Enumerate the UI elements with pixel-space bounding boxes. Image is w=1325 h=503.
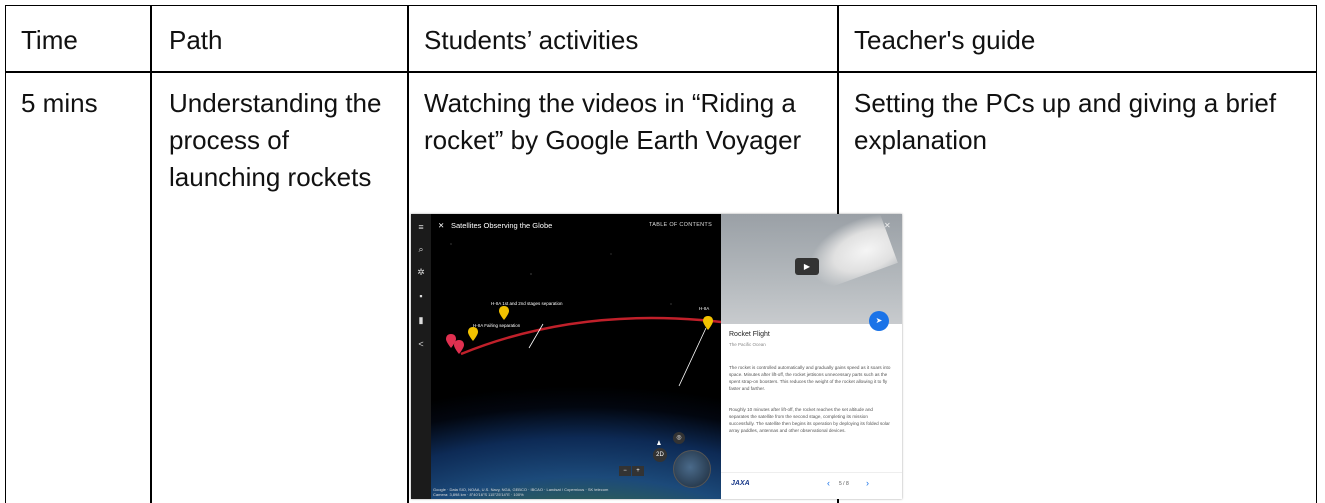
pin-marker-icon [499, 306, 509, 320]
lesson-table: Time Path Students’ activities Teacher's… [5, 5, 1317, 503]
close-icon[interactable]: ✕ [438, 221, 444, 230]
header-time: Time [21, 25, 78, 55]
google-earth-screenshot: H-IIA 1st and 2nd stages separation H-II… [411, 214, 902, 499]
bookmark-icon[interactable]: ▮ [416, 315, 426, 325]
cell-time: 5 mins [21, 88, 98, 118]
search-icon[interactable]: ⌕ [416, 244, 426, 254]
video-thumbnail[interactable]: ▶ ✕ [721, 214, 902, 324]
close-icon[interactable]: ✕ [884, 221, 891, 230]
pin-marker-icon [468, 327, 478, 341]
cell-activity: Watching the videos in “Riding a rocket”… [424, 88, 802, 155]
view-mode-toggle[interactable]: 2D [653, 448, 667, 462]
header-path: Path [169, 25, 223, 55]
globe-minimap[interactable] [673, 450, 711, 488]
column-divider [407, 6, 409, 503]
voyager-icon[interactable]: ✲ [416, 267, 426, 277]
share-icon[interactable]: < [416, 339, 426, 349]
column-divider [150, 6, 152, 503]
table-of-contents-link[interactable]: TABLE OF CONTENTS [649, 222, 712, 228]
dice-icon[interactable]: ▪ [416, 291, 426, 301]
map-credits: Google · Data SIO, NOAA, U.S. Navy, NGA,… [433, 487, 609, 497]
header-guide: Teacher's guide [854, 25, 1036, 55]
voyager-sidebar: ≡ ⌕ ✲ ▪ ▮ < [411, 214, 431, 499]
header-divider [6, 71, 1316, 73]
chevron-right-icon[interactable]: › [866, 478, 869, 488]
pin-marker-icon [454, 340, 464, 354]
jaxa-logo: JAXA [731, 480, 750, 487]
globe-view: H-IIA 1st and 2nd stages separation H-II… [411, 214, 752, 499]
locate-icon[interactable]: ◎ [673, 432, 685, 444]
page-indicator: 5 / 8 [839, 481, 849, 487]
pin-marker-icon [703, 316, 713, 330]
send-icon[interactable]: ➤ [869, 311, 889, 331]
cell-guide: Setting the PCs up and giving a brief ex… [854, 88, 1277, 155]
panel-footer: JAXA ‹ 5 / 8 › [721, 472, 902, 499]
panel-subtitle: The Pacific Ocean [729, 342, 766, 347]
panel-title: Rocket Flight [729, 331, 770, 338]
play-icon[interactable]: ▶ [795, 258, 819, 275]
info-panel: ▶ ✕ ➤ Rocket Flight The Pacific Ocean Th… [721, 214, 902, 499]
header-activities: Students’ activities [424, 25, 639, 55]
pin-label: H-IIA [699, 306, 710, 311]
chevron-left-icon[interactable]: ‹ [827, 478, 830, 488]
pin-label: H-IIA Fairing separation [473, 323, 521, 328]
pin-label: H-IIA 1st and 2nd stages separation [491, 301, 563, 306]
zoom-in-icon[interactable]: + [632, 466, 644, 476]
panel-paragraph: The rocket is controlled automatically a… [729, 365, 891, 391]
zoom-out-icon[interactable]: − [619, 466, 631, 476]
cell-path: Understanding the process of launching r… [169, 88, 382, 192]
story-title: Satellites Observing the Globe [451, 221, 553, 230]
menu-icon[interactable]: ≡ [416, 222, 426, 232]
panel-paragraph: Roughly 10 minutes after lift-off, the r… [729, 407, 890, 433]
